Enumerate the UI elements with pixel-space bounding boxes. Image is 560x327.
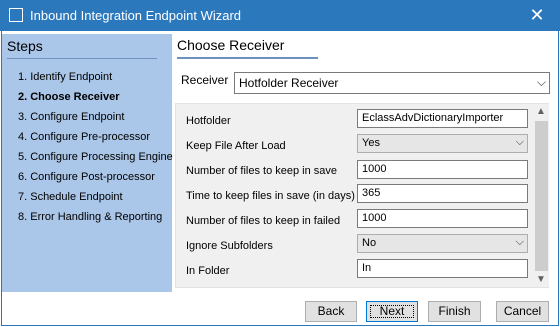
scrollbar-thumb[interactable] (535, 121, 548, 271)
ignore-subfolders-dropdown[interactable]: No ⌵ (357, 234, 528, 253)
keep-file-label: Keep File After Load (186, 140, 286, 152)
chevron-down-icon: ⌵ (536, 75, 546, 89)
step-item: 1. Identify Endpoint (18, 71, 113, 83)
step-item: 7. Schedule Endpoint (18, 191, 123, 203)
title-bar: Inbound Integration Endpoint Wizard ✕ (0, 0, 560, 31)
chevron-down-icon: ⌵ (515, 136, 524, 148)
cancel-button[interactable]: Cancel (496, 301, 549, 322)
files-save-label: Number of files to keep in save (186, 165, 338, 177)
receiver-label: Receiver (181, 73, 229, 87)
close-button[interactable]: ✕ (514, 0, 560, 31)
files-save-value: 1000 (362, 163, 387, 175)
in-folder-label: In Folder (186, 265, 230, 277)
steps-panel: Steps 1. Identify Endpoint 2. Choose Rec… (2, 34, 173, 292)
step-item: 6. Configure Post-processor (18, 171, 155, 183)
scroll-up-icon[interactable]: ▲ (536, 106, 546, 117)
step-item-active: 2. Choose Receiver (18, 91, 120, 103)
step-item: 8. Error Handling & Reporting (18, 211, 163, 223)
scroll-down-icon[interactable]: ▼ (536, 274, 546, 285)
page-title-underline (177, 57, 318, 59)
in-folder-value: In (362, 262, 372, 274)
hotfolder-field[interactable]: EclassAdvDictionaryImporter (357, 109, 528, 128)
steps-heading: Steps (7, 38, 43, 54)
files-failed-value: 1000 (362, 212, 387, 224)
in-folder-field[interactable]: In (357, 259, 528, 278)
focus-rectangle (370, 305, 414, 318)
next-button[interactable]: Next (366, 301, 418, 322)
finish-button[interactable]: Finish (428, 301, 481, 322)
files-failed-field[interactable]: 1000 (357, 209, 528, 228)
step-item: 5. Configure Processing Engine (18, 151, 173, 163)
ignore-subfolders-value: No (362, 237, 377, 249)
step-item: 4. Configure Pre-processor (18, 131, 151, 143)
back-button[interactable]: Back (305, 301, 357, 322)
hotfolder-value: EclassAdvDictionaryImporter (362, 112, 504, 124)
hotfolder-label: Hotfolder (186, 115, 231, 127)
files-save-field[interactable]: 1000 (357, 160, 528, 179)
steps-heading-underline (7, 58, 157, 59)
window-icon (9, 8, 23, 22)
page-title: Choose Receiver (177, 37, 285, 53)
receiver-dropdown-value: Hotfolder Receiver (239, 76, 339, 90)
steps-list: 1. Identify Endpoint 2. Choose Receiver … (18, 70, 173, 230)
ignore-subfolders-label: Ignore Subfolders (186, 240, 273, 252)
keep-file-dropdown[interactable]: Yes ⌵ (357, 134, 528, 153)
time-save-value: 365 (362, 187, 381, 199)
time-save-field[interactable]: 365 (357, 184, 528, 203)
files-failed-label: Number of files to keep in failed (186, 215, 341, 227)
chevron-down-icon: ⌵ (515, 236, 524, 248)
step-item: 3. Configure Endpoint (18, 111, 125, 123)
keep-file-value: Yes (362, 137, 380, 149)
window-title: Inbound Integration Endpoint Wizard (30, 8, 242, 23)
receiver-dropdown[interactable]: Hotfolder Receiver ⌵ (234, 72, 550, 94)
time-save-label: Time to keep files in save (in days) (186, 190, 355, 202)
vertical-scrollbar[interactable]: ▲ ▼ (534, 104, 549, 287)
